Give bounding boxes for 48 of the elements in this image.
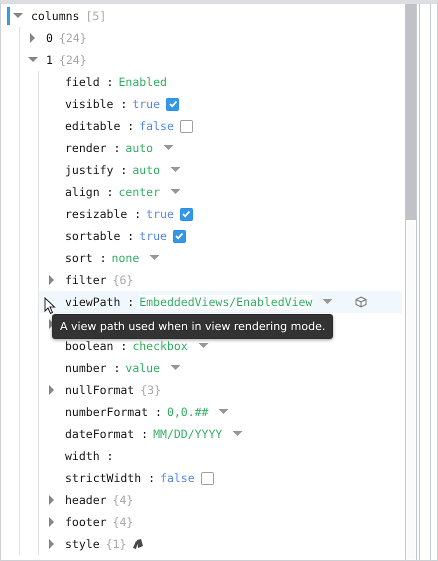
property-key: align :	[65, 185, 114, 199]
tooltip: A view path used when in view rendering mode.	[52, 314, 334, 339]
child-count: {24}	[58, 53, 87, 67]
property-value[interactable]: 0,0.##	[166, 405, 208, 419]
child-count: {4}	[112, 493, 134, 507]
property-key: width :	[65, 449, 114, 463]
property-key: visible :	[65, 97, 128, 111]
child-count: {4}	[112, 515, 134, 529]
property-value[interactable]: true	[146, 207, 174, 221]
property-value[interactable]: none	[112, 251, 140, 265]
property-key: footer	[65, 515, 107, 529]
property-value[interactable]: auto	[132, 163, 160, 177]
child-count: {24}	[58, 31, 87, 45]
property-value[interactable]: center	[118, 185, 160, 199]
property-key: header	[65, 493, 107, 507]
property-key: sort :	[65, 251, 107, 265]
property-key: numberFormat :	[65, 405, 162, 419]
property-value[interactable]: false	[139, 119, 174, 133]
child-count: {1}	[106, 537, 126, 551]
property-key: field :	[65, 75, 114, 89]
property-value[interactable]: value	[125, 361, 160, 375]
property-value[interactable]: EmbeddedViews/EnabledView	[139, 295, 312, 309]
property-key: nullFormat	[65, 383, 134, 397]
property-key: style	[65, 537, 100, 551]
property-key: strictWidth :	[65, 471, 156, 485]
property-key: sortable :	[65, 229, 134, 243]
property-key: dateFormat :	[65, 427, 148, 441]
property-key: render :	[65, 141, 120, 155]
property-key: boolean :	[65, 339, 128, 353]
property-key: number :	[65, 361, 120, 375]
property-key: filter	[65, 273, 107, 287]
child-count: [5]	[85, 9, 106, 23]
property-key: editable :	[65, 119, 134, 133]
child-count: {3}	[140, 383, 162, 397]
property-value[interactable]: true	[139, 229, 167, 243]
property-value[interactable]: false	[160, 471, 195, 485]
property-key: 0	[46, 31, 53, 45]
property-key: viewPath :	[65, 295, 134, 309]
property-key: resizable :	[65, 207, 142, 221]
child-count: {6}	[112, 273, 134, 287]
property-key: justify :	[65, 163, 128, 177]
property-value[interactable]: MM/DD/YYYY	[153, 427, 222, 441]
property-value[interactable]: auto	[125, 141, 154, 155]
property-key: columns	[31, 9, 80, 23]
property-value[interactable]: checkbox	[132, 339, 188, 353]
property-value[interactable]: true	[132, 97, 160, 111]
property-value[interactable]: Enabled	[118, 75, 167, 89]
property-key: 1	[46, 53, 53, 67]
